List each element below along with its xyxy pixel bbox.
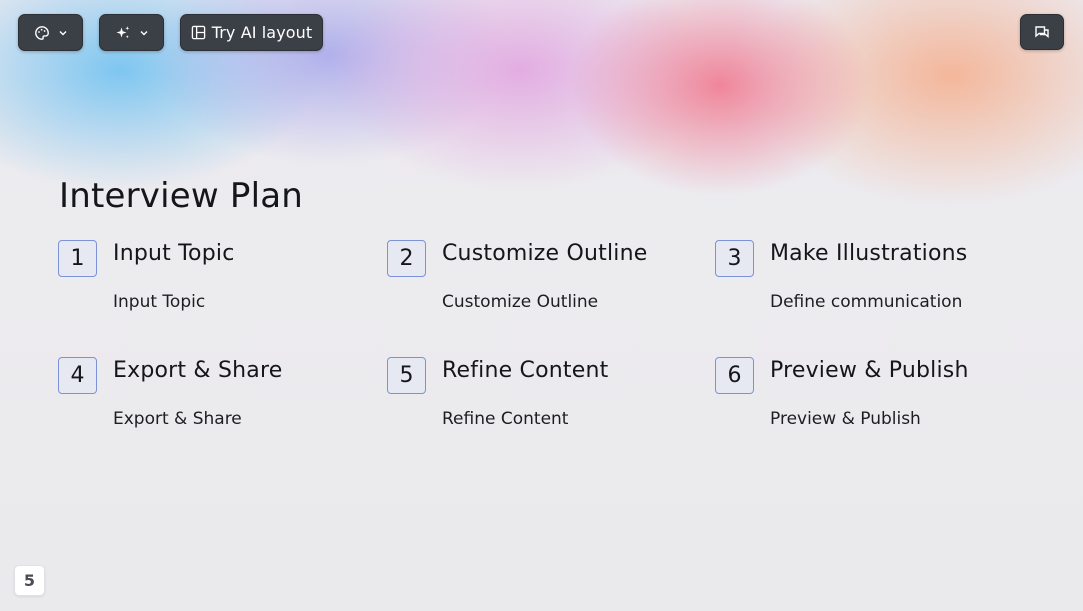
comment-icon	[1034, 25, 1050, 40]
step-title: Make Illustrations	[770, 241, 968, 266]
step-number: 6	[715, 357, 754, 394]
step-description: Preview & Publish	[770, 409, 921, 429]
theme-button[interactable]	[18, 14, 83, 51]
step-description: Export & Share	[113, 409, 242, 429]
page-number-badge[interactable]: 5	[14, 565, 45, 596]
sparkles-icon	[115, 25, 131, 41]
step-description: Input Topic	[113, 292, 206, 312]
step-number: 2	[387, 240, 426, 277]
step-number: 3	[715, 240, 754, 277]
slide-canvas: Try AI layout Interview Plan 1 Input Top…	[0, 0, 1083, 611]
chevron-down-icon	[139, 28, 149, 38]
ai-tools-button[interactable]	[99, 14, 164, 51]
step-description: Customize Outline	[442, 292, 599, 312]
step-number: 1	[58, 240, 97, 277]
step-title: Preview & Publish	[770, 358, 969, 383]
step-title: Export & Share	[113, 358, 283, 383]
try-ai-layout-button[interactable]: Try AI layout	[180, 14, 323, 51]
step-number: 4	[58, 357, 97, 394]
step-title: Customize Outline	[442, 241, 648, 266]
palette-icon	[34, 25, 50, 41]
step-title: Refine Content	[442, 358, 609, 383]
chevron-down-icon	[58, 28, 68, 38]
step-description: Define communication	[770, 292, 963, 312]
slide-title: Interview Plan	[59, 176, 304, 216]
step-title: Input Topic	[113, 241, 235, 266]
comment-button[interactable]	[1020, 14, 1064, 50]
try-ai-layout-label: Try AI layout	[211, 23, 313, 42]
step-number: 5	[387, 357, 426, 394]
step-description: Refine Content	[442, 409, 569, 429]
layout-icon	[191, 25, 206, 40]
